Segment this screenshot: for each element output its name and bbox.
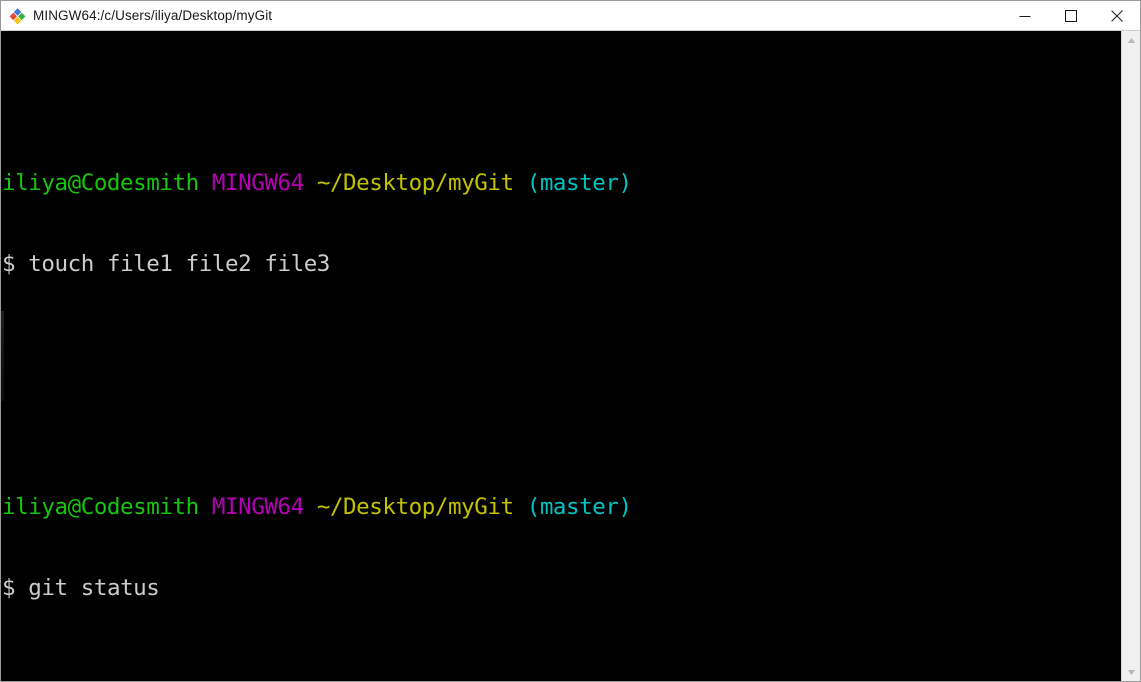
minimize-button[interactable] (1002, 1, 1048, 30)
terminal-scrollbar[interactable] (1121, 31, 1140, 681)
prompt-path: ~/Desktop/myGit (316, 494, 514, 520)
scroll-up-arrow-icon[interactable] (1122, 31, 1140, 49)
prompt-path: ~/Desktop/myGit (316, 170, 514, 196)
prompt-line: iliya@Codesmith MINGW64 ~/Desktop/myGit … (2, 170, 1121, 197)
command-line: $ touch file1 file2 file3 (2, 251, 1121, 278)
prompt-branch: (master) (526, 494, 632, 520)
mintty-diamond-icon (9, 7, 26, 24)
scrollbar-track[interactable] (1122, 49, 1140, 663)
prompt-symbol: $ (2, 575, 16, 601)
terminal-body: iliya@Codesmith MINGW64 ~/Desktop/myGit … (1, 31, 1140, 681)
scroll-down-arrow-icon[interactable] (1122, 663, 1140, 681)
maximize-button[interactable] (1048, 1, 1094, 30)
terminal-window: MINGW64:/c/Users/iliya/Desktop/myGit ili… (0, 0, 1141, 682)
title-bar-left: MINGW64:/c/Users/iliya/Desktop/myGit (1, 7, 1002, 24)
prompt-user-host: iliya@Codesmith (2, 494, 199, 520)
prompt-branch: (master) (526, 170, 632, 196)
title-bar[interactable]: MINGW64:/c/Users/iliya/Desktop/myGit (1, 1, 1140, 31)
command-text-2: git status (28, 575, 160, 601)
command-text-1: touch file1 file2 file3 (28, 251, 330, 277)
terminal-screen: iliya@Codesmith MINGW64 ~/Desktop/myGit … (1, 31, 1121, 681)
prompt-shell: MINGW64 (211, 494, 304, 520)
prompt-line: iliya@Codesmith MINGW64 ~/Desktop/myGit … (2, 494, 1121, 521)
prompt-symbol: $ (2, 251, 16, 277)
close-button[interactable] (1094, 1, 1140, 30)
prompt-shell: MINGW64 (211, 170, 304, 196)
command-line: $ git status (2, 575, 1121, 602)
window-controls (1002, 1, 1140, 30)
prompt-user-host: iliya@Codesmith (2, 170, 199, 196)
terminal-screen-area[interactable]: iliya@Codesmith MINGW64 ~/Desktop/myGit … (1, 31, 1121, 681)
window-title: MINGW64:/c/Users/iliya/Desktop/myGit (33, 8, 273, 23)
